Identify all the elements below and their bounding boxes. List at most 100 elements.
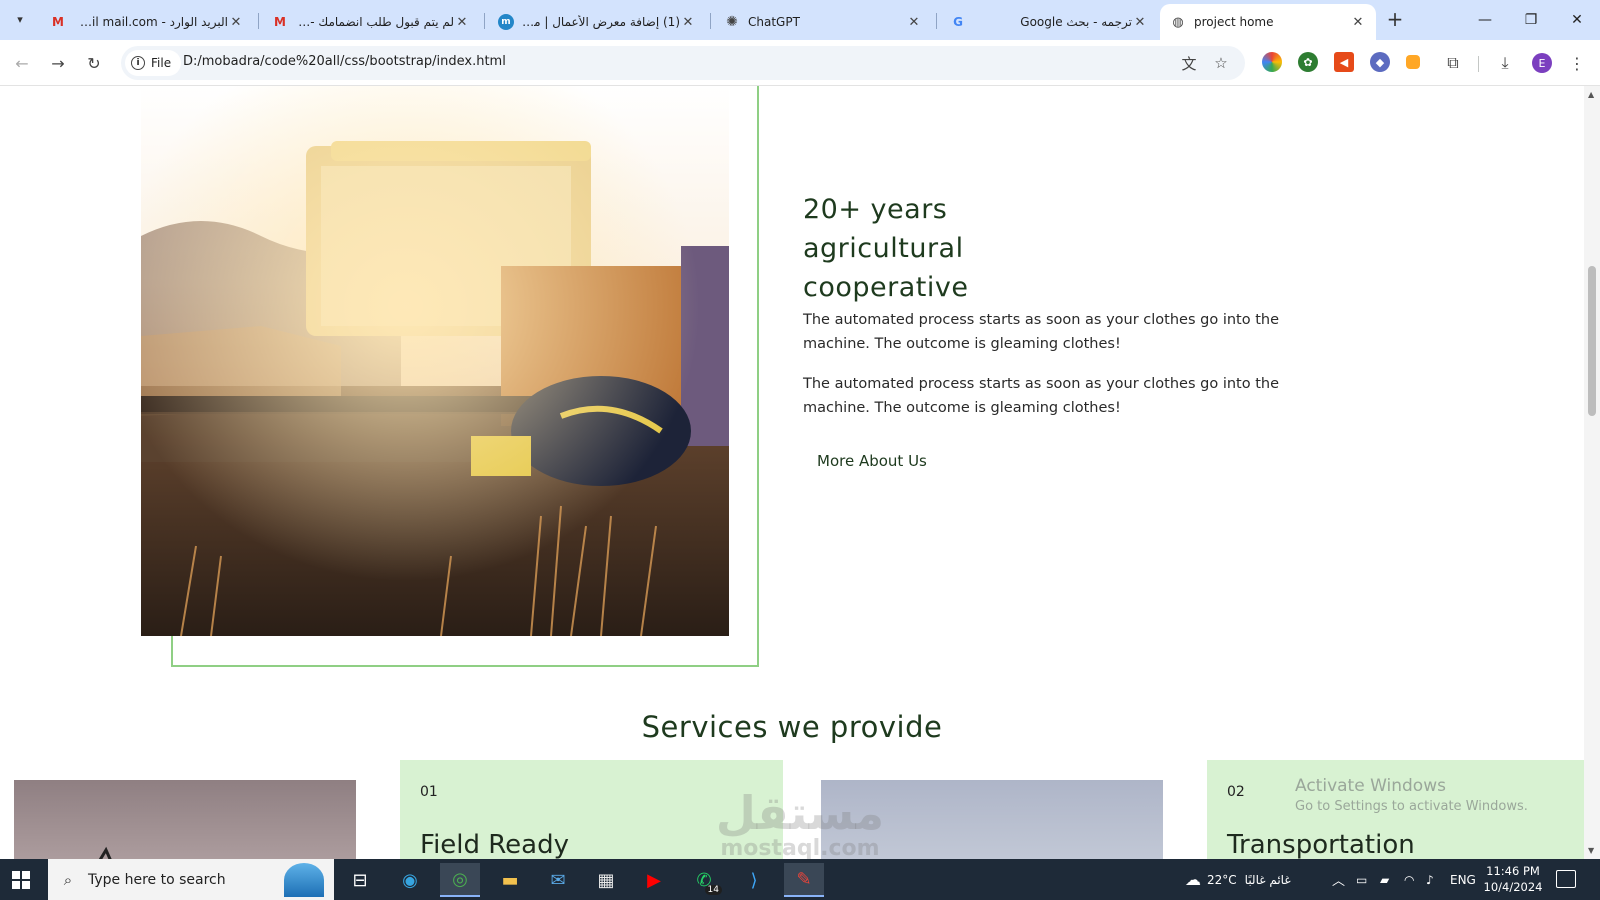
tab-gmail-rejection[interactable]: M لم يتم قبول طلب انضمامك - ... ✕ (262, 4, 480, 40)
globe-icon: ◍ (1172, 14, 1184, 30)
taskbar-search[interactable]: ⌕ Type here to search (48, 859, 334, 900)
weather-temp: 22°C (1207, 872, 1237, 887)
volume-icon[interactable]: ♪ (1426, 859, 1434, 900)
tab-title: ترجمه - بحث Google (1020, 15, 1132, 29)
about-title: 20+ years agricultural cooperative (803, 194, 969, 303)
close-icon[interactable]: ✕ (454, 15, 470, 30)
google-icon: G (953, 15, 963, 29)
close-icon[interactable]: ✕ (228, 15, 244, 30)
harvester-photo (141, 86, 729, 636)
browser-toolbar: ← → ↻ i File D:/mobadra/code%20all/css/b… (0, 40, 1600, 86)
close-icon[interactable]: ✕ (1132, 15, 1148, 30)
new-tab-button[interactable]: + (1383, 8, 1407, 32)
activate-subtitle: Go to Settings to activate Windows. (1295, 799, 1528, 814)
more-about-us-button[interactable]: More About Us (803, 446, 941, 476)
chrome-icon[interactable]: ◎ (440, 863, 480, 897)
mostaql-watermark: مستقل mostaql.com (700, 786, 900, 859)
tray-chevron-icon[interactable]: ︿ (1332, 859, 1345, 900)
services-title: Services we provide (641, 710, 943, 744)
store-icon[interactable]: ▦ (586, 863, 626, 897)
wifi-icon[interactable]: ◠ (1404, 859, 1414, 900)
youtube-icon[interactable]: ▶ (634, 863, 674, 897)
whatsapp-icon[interactable]: ✆ 14 (684, 863, 724, 897)
service-title: Transportation (1227, 830, 1415, 859)
back-arrow-icon[interactable]: ← (10, 51, 34, 75)
vscode-icon[interactable]: ⟩ (734, 863, 774, 897)
mail-icon[interactable]: ✉ (538, 863, 578, 897)
bookmark-star-icon[interactable]: ☆ (1211, 53, 1231, 73)
search-icon: ⌕ (63, 870, 73, 889)
tab-strip: ▾ M البريد الوارد - Gmail mail.com ✕ M ل… (0, 0, 1600, 40)
tab-gmail-inbox[interactable]: M البريد الوارد - Gmail mail.com ✕ (40, 4, 254, 40)
reload-icon[interactable]: ↻ (82, 51, 106, 75)
language-indicator[interactable]: ENG (1450, 859, 1476, 900)
battery-icon[interactable]: ▰ (1380, 859, 1389, 900)
edge-icon[interactable]: ◉ (390, 863, 430, 897)
file-explorer-icon[interactable]: ▬ (490, 863, 530, 897)
task-view-icon[interactable]: ⊟ (340, 863, 380, 897)
site-info-label: File (151, 56, 172, 70)
download-icon[interactable]: ⤓ (1494, 52, 1516, 74)
tab-title: لم يتم قبول طلب انضمامك - ... (296, 15, 454, 29)
tab-title: ChatGPT (748, 15, 800, 29)
mostaql-icon: m (498, 14, 514, 30)
minimize-icon[interactable]: — (1462, 0, 1508, 40)
extension-leaf-icon[interactable]: ✿ (1298, 52, 1318, 72)
taskbar-clock[interactable]: 11:46 PM 10/4/2024 (1478, 863, 1548, 895)
tab-title: البريد الوارد - Gmail mail.com (74, 15, 228, 29)
activate-windows-notice: Activate Windows Go to Settings to activ… (1295, 776, 1528, 814)
url-text[interactable]: D:/mobadra/code%20all/css/bootstrap/inde… (183, 54, 506, 69)
megaphone-extension-icon[interactable]: ◀ (1334, 52, 1354, 72)
page-scrollbar[interactable]: ▲ ▼ (1584, 86, 1600, 859)
sketch-app-icon[interactable]: ✎ (784, 863, 824, 897)
gmail-icon: M (52, 15, 64, 29)
forward-arrow-icon[interactable]: → (46, 51, 70, 75)
meet-now-icon[interactable]: ▭ (1356, 859, 1367, 900)
notification-center-icon[interactable] (1556, 870, 1576, 888)
tab-separator (710, 13, 711, 29)
close-icon[interactable]: ✕ (1350, 15, 1366, 30)
page-viewport: 20+ years agricultural cooperative The a… (0, 86, 1584, 859)
extensions-puzzle-icon[interactable]: ⧉ (1442, 52, 1464, 74)
windows-start-icon[interactable] (12, 871, 30, 889)
close-icon[interactable]: ✕ (906, 15, 922, 30)
tab-chatgpt[interactable]: ✺ ChatGPT ✕ (714, 4, 932, 40)
translate-icon[interactable]: 文 (1179, 53, 1199, 73)
toolbar-separator (1478, 56, 1479, 72)
restore-icon[interactable]: ❐ (1508, 0, 1554, 40)
whatsapp-badge: 14 (704, 885, 722, 895)
watermark-latin: mostaql.com (720, 836, 880, 859)
shield-extension-icon[interactable]: ◆ (1370, 52, 1390, 72)
service-number: 02 (1227, 784, 1245, 800)
cloud-sun-icon: ☁ (1185, 870, 1201, 889)
weather-desc: غائم غالبًا (1244, 872, 1291, 887)
scrollbar-thumb[interactable] (1588, 266, 1596, 416)
scroll-down-icon[interactable]: ▼ (1588, 846, 1594, 855)
profile-avatar[interactable]: E (1532, 53, 1552, 73)
about-paragraph-2: The automated process starts as soon as … (803, 376, 1280, 416)
more-menu-icon[interactable]: ⋮ (1566, 52, 1588, 74)
screen: ▾ M البريد الوارد - Gmail mail.com ✕ M ل… (0, 0, 1600, 900)
site-info-chip[interactable]: i File (125, 50, 182, 76)
clock-date: 10/4/2024 (1483, 880, 1543, 894)
weather-widget[interactable]: ☁ 22°C غائم غالبًا (1185, 859, 1291, 900)
close-icon[interactable]: ✕ (680, 15, 696, 30)
watermark-arabic: مستقل (715, 786, 885, 840)
tab-google-search[interactable]: G ترجمه - بحث Google ✕ (940, 4, 1158, 40)
chatgpt-icon: ✺ (726, 14, 738, 30)
search-placeholder: Type here to search (88, 871, 226, 888)
info-icon: i (131, 56, 145, 70)
activate-title: Activate Windows (1295, 776, 1446, 796)
service-number: 01 (420, 784, 438, 800)
tab-project-home[interactable]: ◍ project home ✕ (1160, 4, 1376, 40)
address-bar[interactable]: i File D:/mobadra/code%20all/css/bootstr… (121, 46, 1245, 80)
gmail-icon: M (274, 15, 286, 29)
search-highlight-globe-icon (284, 863, 324, 897)
color-extension-icon[interactable] (1262, 52, 1282, 72)
extension-square-icon[interactable] (1406, 55, 1420, 69)
tab-mostaql-portfolio[interactable]: m (1) إضافة معرض الأعمال | مستقل ✕ (488, 4, 706, 40)
windows-taskbar: ⌕ Type here to search ⊟ ◉ ◎ ▬ ✉ ▦ ▶ ✆ 14 … (0, 859, 1600, 900)
scroll-up-icon[interactable]: ▲ (1588, 90, 1594, 99)
close-window-icon[interactable]: ✕ (1554, 0, 1600, 40)
tab-search-chevron-icon[interactable]: ▾ (8, 7, 32, 31)
